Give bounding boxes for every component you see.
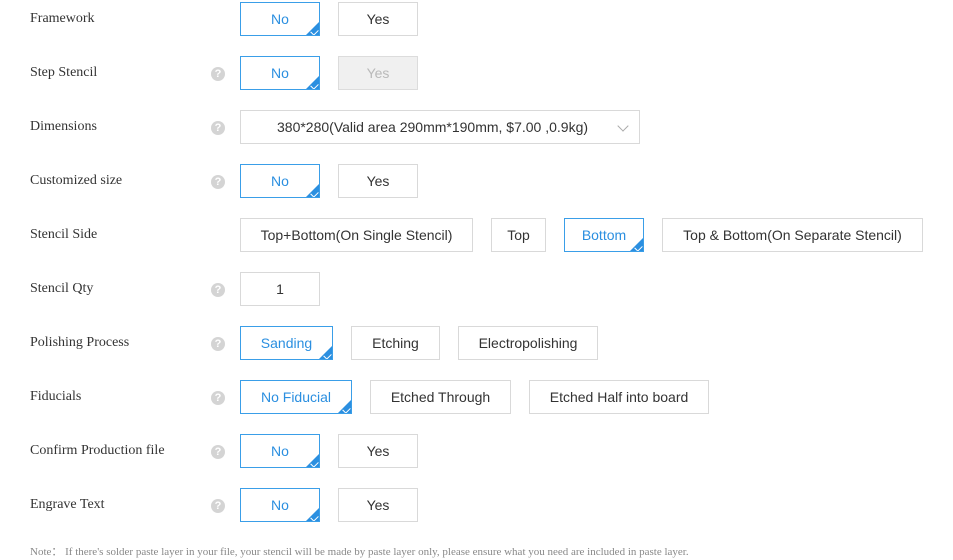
- chevron-down-icon: [617, 120, 629, 132]
- confirm-production-file-row: Confirm Production file ? No Yes: [0, 434, 953, 468]
- stencil-side-bottom-button[interactable]: Bottom: [564, 218, 644, 252]
- help-icon[interactable]: ?: [211, 391, 225, 405]
- engrave-text-no-button[interactable]: No: [240, 488, 320, 522]
- framework-no-button[interactable]: No: [240, 2, 320, 36]
- dimensions-select[interactable]: 380*280(Valid area 290mm*190mm, $7.00 ,0…: [240, 110, 640, 144]
- stencil-qty-input[interactable]: 1: [240, 272, 320, 306]
- stencil-side-top-button[interactable]: Top: [491, 218, 546, 252]
- confirm-production-file-label: Confirm Production file: [30, 443, 165, 458]
- fiducials-label: Fiducials: [30, 389, 82, 404]
- fiducials-etched-half-button[interactable]: Etched Half into board: [529, 380, 709, 414]
- stencil-qty-row: Stencil Qty ? 1: [0, 272, 953, 306]
- dimensions-label: Dimensions: [30, 119, 97, 134]
- engrave-text-row: Engrave Text ? No Yes: [0, 488, 953, 522]
- customized-size-row: Customized size ? No Yes: [0, 164, 953, 198]
- fiducials-etched-half-label: Etched Half into board: [549, 389, 689, 405]
- polishing-sanding-button[interactable]: Sanding: [240, 326, 333, 360]
- customized-size-yes-button[interactable]: Yes: [338, 164, 418, 198]
- engrave-text-label: Engrave Text: [30, 497, 105, 512]
- help-icon[interactable]: ?: [211, 283, 225, 297]
- confirm-production-no-label: No: [271, 443, 289, 459]
- polishing-sanding-label: Sanding: [260, 335, 313, 351]
- help-icon[interactable]: ?: [211, 121, 225, 135]
- help-icon[interactable]: ?: [211, 337, 225, 351]
- framework-label: Framework: [30, 11, 95, 26]
- framework-yes-label: Yes: [366, 11, 390, 27]
- stencil-side-top-label: Top: [507, 227, 530, 243]
- framework-row: Framework No Yes: [0, 2, 953, 36]
- customized-size-label: Customized size: [30, 173, 123, 188]
- customized-size-yes-label: Yes: [366, 173, 390, 189]
- help-icon[interactable]: ?: [211, 445, 225, 459]
- help-icon[interactable]: ?: [211, 499, 225, 513]
- check-icon: [310, 513, 319, 521]
- confirm-production-yes-label: Yes: [366, 443, 390, 459]
- framework-yes-button[interactable]: Yes: [338, 2, 418, 36]
- engrave-text-yes-label: Yes: [366, 497, 390, 513]
- polishing-etching-label: Etching: [372, 335, 419, 351]
- help-icon[interactable]: ?: [211, 175, 225, 189]
- stencil-side-row: Stencil Side Top+Bottom(On Single Stenci…: [0, 218, 953, 252]
- polishing-process-row: Polishing Process ? Sanding Etching Elec…: [0, 326, 953, 360]
- framework-no-label: No: [271, 11, 289, 27]
- check-icon: [634, 243, 643, 251]
- confirm-production-no-button[interactable]: No: [240, 434, 320, 468]
- customized-size-no-label: No: [271, 173, 289, 189]
- check-icon: [310, 81, 319, 89]
- fiducials-no-fiducial-button[interactable]: No Fiducial: [240, 380, 352, 414]
- stencil-side-top-bottom-separate-label: Top & Bottom(On Separate Stencil): [683, 227, 902, 243]
- stencil-side-top-bottom-separate-button[interactable]: Top & Bottom(On Separate Stencil): [662, 218, 923, 252]
- step-stencil-yes-button: Yes: [338, 56, 418, 90]
- stencil-side-bottom-label: Bottom: [581, 227, 627, 243]
- engrave-text-no-label: No: [271, 497, 289, 513]
- step-stencil-no-button[interactable]: No: [240, 56, 320, 90]
- stencil-qty-label: Stencil Qty: [30, 281, 94, 296]
- fiducials-no-fiducial-label: No Fiducial: [260, 389, 332, 405]
- step-stencil-label: Step Stencil: [30, 65, 98, 80]
- stencil-side-top-bottom-single-label: Top+Bottom(On Single Stencil): [260, 227, 453, 243]
- dimensions-row: Dimensions ? 380*280(Valid area 290mm*19…: [0, 110, 953, 144]
- check-icon: [342, 405, 351, 413]
- step-stencil-no-label: No: [271, 65, 289, 81]
- polishing-process-label: Polishing Process: [30, 335, 130, 350]
- check-icon: [310, 459, 319, 467]
- confirm-production-yes-button[interactable]: Yes: [338, 434, 418, 468]
- step-stencil-yes-label: Yes: [366, 65, 390, 81]
- stencil-side-top-bottom-single-button[interactable]: Top+Bottom(On Single Stencil): [240, 218, 473, 252]
- fiducials-row: Fiducials ? No Fiducial Etched Through E…: [0, 380, 953, 414]
- paste-layer-note: Note： If there's solder paste layer in y…: [30, 546, 689, 558]
- polishing-electropolishing-button[interactable]: Electropolishing: [458, 326, 598, 360]
- fiducials-etched-through-button[interactable]: Etched Through: [370, 380, 511, 414]
- fiducials-etched-through-label: Etched Through: [390, 389, 491, 405]
- engrave-text-yes-button[interactable]: Yes: [338, 488, 418, 522]
- check-icon: [310, 189, 319, 197]
- polishing-etching-button[interactable]: Etching: [351, 326, 440, 360]
- step-stencil-row: Step Stencil ? No Yes: [0, 56, 953, 90]
- dimensions-selected-value: 380*280(Valid area 290mm*190mm, $7.00 ,0…: [277, 119, 589, 135]
- stencil-side-label: Stencil Side: [30, 227, 98, 242]
- polishing-electropolishing-label: Electropolishing: [478, 335, 578, 351]
- help-icon[interactable]: ?: [211, 67, 225, 81]
- check-icon: [323, 351, 332, 359]
- customized-size-no-button[interactable]: No: [240, 164, 320, 198]
- check-icon: [310, 27, 319, 35]
